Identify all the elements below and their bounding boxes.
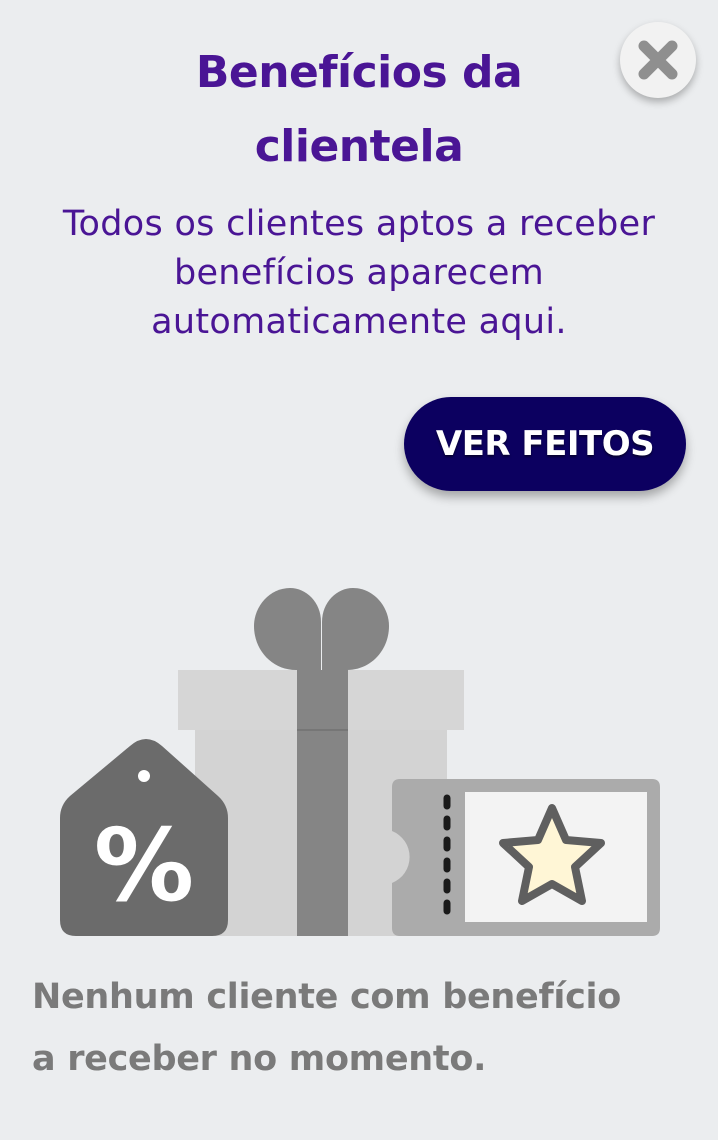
- empty-state-line-1: Nenhum cliente com benefício: [32, 977, 621, 1017]
- close-icon: [638, 40, 678, 80]
- percent-glyph: %: [94, 807, 194, 924]
- page-title-line-1: Benefícios da: [195, 47, 523, 98]
- page-title: Benefícios da clientela: [0, 36, 718, 184]
- close-button[interactable]: [620, 22, 696, 98]
- star-ticket-icon: [392, 779, 660, 936]
- empty-state-message: Nenhum cliente com benefício a receber n…: [32, 966, 692, 1090]
- empty-state-illustration: %: [60, 588, 660, 936]
- empty-state-line-2: a receber no momento.: [32, 1039, 487, 1079]
- ver-feitos-button[interactable]: VER FEITOS: [404, 397, 686, 491]
- page-subtitle: Todos os clientes aptos a receber benefí…: [62, 204, 656, 342]
- page-title-line-2: clientela: [254, 121, 464, 172]
